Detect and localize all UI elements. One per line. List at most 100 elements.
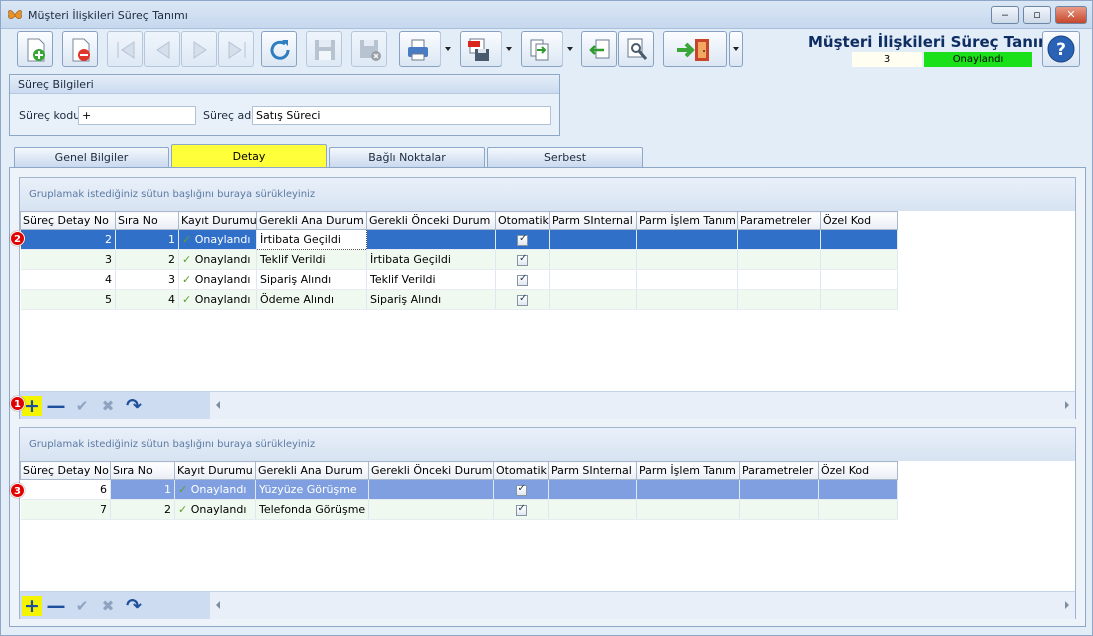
- cell[interactable]: ✓ Onaylandı: [174, 479, 256, 500]
- remove-icon[interactable]: —: [46, 396, 66, 416]
- cell[interactable]: [636, 229, 738, 250]
- cell[interactable]: ✓ Onaylandı: [178, 269, 257, 290]
- cell[interactable]: Telefonda Görüşme: [255, 499, 369, 520]
- column-header[interactable]: Süreç Detay No: [20, 461, 111, 480]
- column-header[interactable]: Otomatik: [493, 461, 549, 480]
- pdf-export-button[interactable]: [460, 31, 512, 67]
- table-row[interactable]: 3 2 ✓ Onaylandı Teklif Verildi İrtibata …: [20, 249, 898, 270]
- cell[interactable]: [737, 249, 821, 270]
- pdf-export-dropdown[interactable]: [501, 32, 515, 66]
- print-dropdown[interactable]: [440, 32, 454, 66]
- cell[interactable]: 6: [20, 479, 111, 500]
- scroll-left-icon[interactable]: [216, 601, 220, 609]
- cell[interactable]: 3: [20, 249, 116, 270]
- cell[interactable]: ✓ Onaylandı: [178, 229, 257, 250]
- confirm-icon[interactable]: ✔: [72, 596, 92, 616]
- column-header[interactable]: Parm İşlem Tanım No: [636, 211, 738, 230]
- cell[interactable]: [548, 499, 637, 520]
- auto-checkbox[interactable]: [517, 253, 528, 266]
- auto-checkbox[interactable]: [517, 273, 528, 286]
- remove-icon[interactable]: —: [46, 596, 66, 616]
- close-button[interactable]: ✕: [1055, 6, 1087, 24]
- auto-checkbox[interactable]: [517, 233, 528, 246]
- group-by-panel[interactable]: Gruplamak istediğiniz sütun başlığını bu…: [20, 428, 1075, 461]
- column-header[interactable]: Kayıt Durumu: [178, 211, 257, 230]
- process-code-field[interactable]: +: [78, 106, 196, 125]
- cell[interactable]: [549, 289, 637, 310]
- column-header[interactable]: Özel Kod: [820, 211, 898, 230]
- first-record-button[interactable]: [107, 31, 143, 67]
- group-by-panel[interactable]: Gruplamak istediğiniz sütun başlığını bu…: [20, 178, 1075, 211]
- help-button[interactable]: ?: [1042, 31, 1080, 67]
- cancel-icon[interactable]: ✖: [98, 396, 118, 416]
- search-document-button[interactable]: [618, 31, 654, 67]
- table-row[interactable]: 6 1 ✓ Onaylandı Yüzyüze Görüşme: [20, 479, 898, 500]
- cell[interactable]: [495, 269, 550, 290]
- process-name-field[interactable]: Satış Süreci: [252, 106, 551, 125]
- scroll-right-icon[interactable]: [1065, 401, 1069, 409]
- cell[interactable]: [820, 229, 898, 250]
- column-header[interactable]: Parm SInternal: [548, 461, 637, 480]
- horizontal-scrollbar[interactable]: [210, 395, 1075, 417]
- minimize-button[interactable]: ‒: [991, 6, 1019, 24]
- title-bar[interactable]: Müşteri İlişkileri Süreç Tanımı ‒ ▫ ✕: [1, 1, 1092, 29]
- cell[interactable]: 3: [115, 269, 179, 290]
- cell[interactable]: [820, 269, 898, 290]
- cell[interactable]: [366, 229, 496, 250]
- cell[interactable]: [820, 289, 898, 310]
- tab-detail[interactable]: Detay: [171, 144, 327, 169]
- cell[interactable]: [737, 229, 821, 250]
- cell[interactable]: ✓ Onaylandı: [178, 289, 257, 310]
- scroll-right-icon[interactable]: [1065, 601, 1069, 609]
- add-icon[interactable]: +: [22, 396, 42, 416]
- scroll-left-icon[interactable]: [216, 401, 220, 409]
- column-header[interactable]: Özel Kod: [818, 461, 898, 480]
- cell[interactable]: Yüzyüze Görüşme: [255, 479, 369, 500]
- cell[interactable]: [368, 499, 494, 520]
- cell[interactable]: İrtibata Geçildi: [366, 249, 496, 270]
- cell[interactable]: 5: [20, 289, 116, 310]
- cell[interactable]: [549, 229, 637, 250]
- cell[interactable]: [495, 289, 550, 310]
- maximize-button[interactable]: ▫: [1023, 6, 1051, 24]
- tab-free[interactable]: Serbest: [487, 147, 643, 169]
- cell[interactable]: Sipariş Alındı: [256, 269, 367, 290]
- tab-linked-points[interactable]: Bağlı Noktalar: [329, 147, 485, 169]
- cell[interactable]: 4: [115, 289, 179, 310]
- column-header[interactable]: Gerekli Ana Durum: [256, 211, 367, 230]
- transfer-button[interactable]: [521, 31, 573, 67]
- cell[interactable]: [739, 479, 819, 500]
- cell[interactable]: [368, 479, 494, 500]
- cell[interactable]: 1: [110, 479, 175, 500]
- cell[interactable]: 2: [110, 499, 175, 520]
- cell[interactable]: [548, 479, 637, 500]
- table-row[interactable]: 4 3 ✓ Onaylandı Sipariş Alındı Teklif Ve…: [20, 269, 898, 290]
- column-header[interactable]: Sıra No: [115, 211, 179, 230]
- column-header[interactable]: Kayıt Durumu: [174, 461, 256, 480]
- column-header[interactable]: Parametreler: [739, 461, 819, 480]
- cancel-icon[interactable]: ✖: [98, 596, 118, 616]
- save-button[interactable]: [306, 31, 342, 67]
- cell[interactable]: Teklif Verildi: [366, 269, 496, 290]
- transfer-dropdown[interactable]: [562, 32, 576, 66]
- tab-general-info[interactable]: Genel Bilgiler: [14, 147, 169, 169]
- table-row[interactable]: 2 1 ✓ Onaylandı İrtibata Geçildi: [20, 229, 898, 250]
- cell[interactable]: 4: [20, 269, 116, 290]
- cell[interactable]: ✓ Onaylandı: [178, 249, 257, 270]
- cell[interactable]: 7: [20, 499, 111, 520]
- next-record-button[interactable]: [181, 31, 217, 67]
- confirm-icon[interactable]: ✔: [72, 396, 92, 416]
- new-button[interactable]: [17, 31, 53, 67]
- cell[interactable]: İrtibata Geçildi: [256, 229, 367, 250]
- cell[interactable]: [818, 499, 898, 520]
- exit-button[interactable]: [663, 31, 727, 67]
- horizontal-scrollbar[interactable]: [210, 595, 1075, 617]
- last-record-button[interactable]: [218, 31, 254, 67]
- cell[interactable]: [737, 269, 821, 290]
- column-header[interactable]: Otomatik: [495, 211, 550, 230]
- cell[interactable]: Sipariş Alındı: [366, 289, 496, 310]
- refresh-button[interactable]: [261, 31, 297, 67]
- cell[interactable]: [636, 289, 738, 310]
- cell[interactable]: [549, 249, 637, 270]
- cell[interactable]: [636, 269, 738, 290]
